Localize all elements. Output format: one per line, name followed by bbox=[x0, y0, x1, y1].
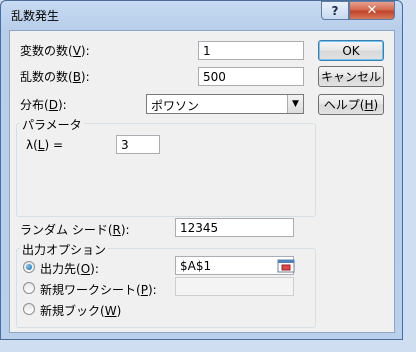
lambda-input[interactable]: 3 bbox=[116, 135, 160, 154]
new-worksheet-radio[interactable] bbox=[23, 282, 35, 294]
range-select-icon[interactable] bbox=[276, 257, 296, 274]
seed-input[interactable]: 12345 bbox=[175, 218, 294, 237]
seed-label: ランダム シード(R): bbox=[20, 223, 130, 237]
distribution-select[interactable]: ポワソン ▼ bbox=[146, 94, 304, 114]
window-title: 乱数発生 bbox=[11, 9, 60, 23]
num-variables-label: 変数の数(V): bbox=[20, 44, 90, 58]
new-workbook-label: 新規ブック(W) bbox=[40, 304, 122, 318]
ok-button[interactable]: OK bbox=[318, 40, 384, 61]
new-worksheet-label: 新規ワークシート(P): bbox=[40, 283, 157, 297]
output-options-label: 出力オプション bbox=[20, 241, 109, 258]
output-range-label: 出力先(O): bbox=[40, 262, 99, 276]
parameters-group-label: パラメータ bbox=[20, 116, 84, 133]
range-select-glyph bbox=[277, 259, 295, 272]
new-worksheet-input[interactable] bbox=[175, 277, 294, 296]
output-range-radio[interactable] bbox=[23, 261, 35, 273]
num-variables-input[interactable]: 1 bbox=[198, 41, 304, 60]
help-title-button[interactable]: ? bbox=[321, 1, 349, 20]
distribution-selected-value: ポワソン bbox=[151, 99, 200, 113]
lambda-label: λ(L) = bbox=[26, 138, 64, 152]
cancel-button[interactable]: キャンセル bbox=[318, 66, 384, 87]
distribution-label: 分布(D): bbox=[20, 98, 67, 112]
num-random-input[interactable]: 500 bbox=[198, 67, 304, 86]
chevron-down-icon[interactable]: ▼ bbox=[287, 95, 303, 113]
num-random-label: 乱数の数(B): bbox=[20, 70, 90, 84]
dialog-client-area: 変数の数(V): 1 乱数の数(B): 500 OK キャンセル ヘルプ(H) … bbox=[9, 30, 395, 333]
new-workbook-radio[interactable] bbox=[23, 303, 35, 315]
help-button[interactable]: ヘルプ(H) bbox=[318, 94, 384, 115]
close-button[interactable]: ✕ bbox=[349, 1, 395, 20]
dialog-window: 乱数発生 ? ✕ 変数の数(V): 1 乱数の数(B): 500 OK キャンセ… bbox=[0, 0, 403, 340]
